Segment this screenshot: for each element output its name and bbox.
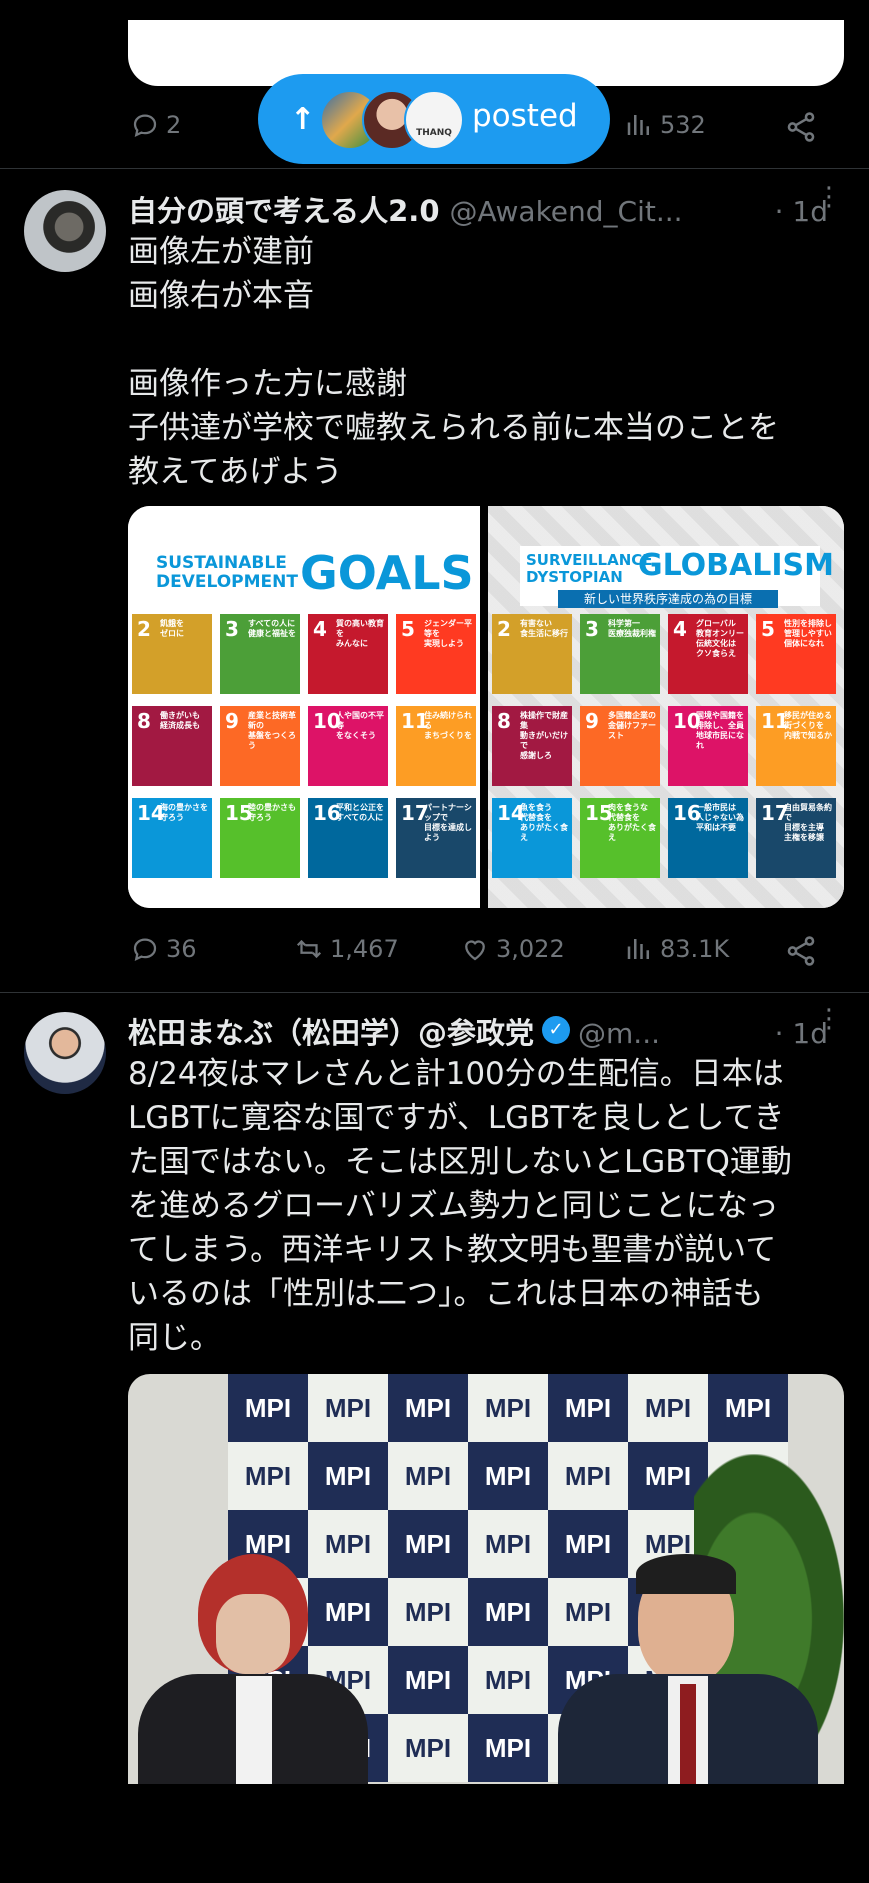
parody-tile-grid: 2 有害ない 食生活に移行 3 科学第一 医療独裁利権 4 グローバル 教育オンリー 伝統… — [488, 610, 844, 908]
sdg-tile-11: 11 住み続けられる まちづくりを — [396, 706, 476, 786]
repost-icon — [296, 939, 322, 959]
post2-header: 松田まなぶ（松田学）@参政党 ✓ @m... · 1d — [128, 1010, 828, 1050]
parody-tile-5: 5 性別を排除し 管理しやすい 個体になれ — [756, 614, 836, 694]
mpi-logo-tile: MPI — [388, 1510, 468, 1578]
share-icon — [787, 936, 815, 966]
parody-tile-10: 10 国境や国籍を 排除し、全員 地球市民になれ — [668, 706, 748, 786]
mpi-logo-tile: MPI — [468, 1442, 548, 1510]
post1-author-handle[interactable]: @Awakend_Cit... — [450, 195, 683, 228]
mpi-logo-tile: MPI — [388, 1374, 468, 1442]
sdg-tile-8: 8 働きがいも 経済成長も — [132, 706, 212, 786]
post1-views-count: 83.1K — [660, 935, 730, 963]
post2-avatar[interactable] — [24, 1012, 106, 1094]
post1-like-button[interactable]: 3,022 — [460, 934, 565, 964]
post1-reply-count: 36 — [166, 935, 197, 963]
sdg-image-left[interactable]: SUSTAINABLE DEVELOPMENT GOALS 2 飢餓を ゼロに 3 す… — [128, 506, 480, 908]
media-separator — [480, 506, 488, 908]
mpi-logo-tile: MPI — [708, 1374, 788, 1442]
post1-repost-button[interactable]: 1,467 — [294, 934, 399, 964]
parody-title-big: GLOBALISM — [638, 548, 834, 583]
post1-more-button[interactable]: ⋮ — [816, 184, 842, 226]
sdg-tile-16: 16 平和と公正を すべての人に — [308, 798, 388, 878]
parody-tile-2: 2 有害ない 食生活に移行 — [492, 614, 572, 694]
parody-tile-14: 14 魚を食う 代替食を ありがたく食え — [492, 798, 572, 878]
parody-subtitle: 新しい世界秩序達成の為の目標 — [558, 590, 778, 608]
parody-tile-17: 17 自由貿易条約で 目標を主導 主権を移譲 — [756, 798, 836, 878]
mpi-logo-tile: MPI — [228, 1442, 308, 1510]
mpi-logo-tile: MPI — [468, 1374, 548, 1442]
pill-label: posted — [472, 98, 578, 134]
post1-avatar[interactable] — [24, 190, 106, 272]
parody-tile-11: 11 移民が住める 街づくりを 内戦で知るか — [756, 706, 836, 786]
sdg-tile-14: 14 海の豊かさを 守ろう — [132, 798, 212, 878]
post2-text: 8/24夜はマレさんと計100分の生配信。日本は LGBTに寛容な国ですが、LG… — [128, 1056, 792, 1356]
prev-reply-button[interactable]: 2 — [130, 110, 181, 140]
prev-views-count: 532 — [660, 111, 706, 139]
mpi-logo-tile: MPI — [388, 1714, 468, 1782]
pill-avatar-3: THANQ — [404, 90, 464, 150]
mpi-logo-tile: MPI — [548, 1442, 628, 1510]
mpi-logo-tile: MPI — [468, 1578, 548, 1646]
post1-reply-button[interactable]: 36 — [130, 934, 197, 964]
parody-tile-9: 9 多国籍企業の 金儲けファースト — [580, 706, 660, 786]
parody-image-right[interactable]: SURVEILLANCE DYSTOPIAN GLOBALISM 新しい世界秩序… — [488, 506, 844, 908]
share-icon — [787, 112, 815, 142]
parody-tile-16: 16 一般市民は 人じゃない為 平和は不要 — [668, 798, 748, 878]
sdg-tile-4: 4 質の高い教育を みんなに — [308, 614, 388, 694]
sdg-tile-9: 9 産業と技術革新の 基盤をつくろう — [220, 706, 300, 786]
post1-repost-count: 1,467 — [330, 935, 399, 963]
post2-author-name[interactable]: 松田まなぶ（松田学）@参政党 — [128, 1010, 534, 1052]
verified-badge-icon: ✓ — [542, 1016, 571, 1044]
parody-tile-8: 8 株操作で財産集 動きがいだけで 感謝しろ — [492, 706, 572, 786]
post2-more-button[interactable]: ⋮ — [816, 1006, 842, 1048]
mpi-logo-tile: MPI — [468, 1510, 548, 1578]
person-right — [558, 1554, 818, 1784]
sdg-tile-grid: 2 飢餓を ゼロに 3 すべての人に 健康と福祉を 4 質の高い教育を みんなに 5 ジェンダ… — [128, 610, 480, 908]
mpi-logo-tile: MPI — [628, 1374, 708, 1442]
post1-text: 画像左が建前 画像右が本音 画像作った方に感謝 子供達が学校で嘘教えられる前に本… — [128, 234, 779, 490]
parody-title-small: SURVEILLANCE DYSTOPIAN — [526, 551, 653, 586]
sdg-tile-17: 17 パートナーシップで 目標を達成しよう — [396, 798, 476, 878]
mpi-logo-tile: MPI — [228, 1374, 308, 1442]
views-icon — [627, 939, 649, 959]
mpi-logo-tile: MPI — [468, 1714, 548, 1782]
sdg-tile-3: 3 すべての人に 健康と福祉を — [220, 614, 300, 694]
person-left — [128, 1554, 378, 1784]
post1-header: 自分の頭で考える人2.0 @Awakend_Cit... · 1d — [128, 188, 828, 228]
sdg-tile-2: 2 飢餓を ゼロに — [132, 614, 212, 694]
sdg-tile-15: 15 陸の豊かさも 守ろう — [220, 798, 300, 878]
sdg-title: SUSTAINABLE DEVELOPMENT — [156, 553, 298, 592]
arrow-up-icon: ↑ — [290, 101, 316, 137]
post1-author-name[interactable]: 自分の頭で考える人2.0 — [128, 188, 440, 230]
divider — [0, 168, 869, 169]
post1-media[interactable]: SUSTAINABLE DEVELOPMENT GOALS 2 飢餓を ゼロに 3 す… — [128, 506, 844, 908]
mpi-logo-tile: MPI — [388, 1646, 468, 1714]
reply-icon — [133, 114, 157, 137]
new-posts-pill[interactable]: ↑ THANQ posted — [258, 74, 610, 164]
parody-tile-15: 15 肉を食うな 代替食を ありがたく食え — [580, 798, 660, 878]
prev-share-button[interactable] — [784, 110, 818, 144]
divider — [0, 992, 869, 993]
sdg-title-goals: GOALS — [300, 546, 474, 600]
post2-author-handle[interactable]: @m... — [578, 1017, 660, 1050]
post1-share-button[interactable] — [784, 934, 818, 968]
prev-views-button[interactable]: 532 — [624, 110, 706, 140]
heart-icon — [465, 940, 485, 961]
reply-icon — [133, 938, 157, 961]
post2-media[interactable]: MPI MPI MPI MPI MPI MPI MPI MPI MPI MPI MPI MPI MPI M… — [128, 1374, 844, 1784]
post1-like-count: 3,022 — [496, 935, 565, 963]
mpi-logo-tile: MPI — [468, 1646, 548, 1714]
post1-views-button[interactable]: 83.1K — [624, 934, 729, 964]
views-icon — [627, 115, 649, 135]
mpi-logo-tile: MPI — [308, 1442, 388, 1510]
mpi-logo-tile: MPI — [308, 1374, 388, 1442]
parody-tile-4: 4 グローバル 教育オンリー 伝統文化は クソ食らえ — [668, 614, 748, 694]
mpi-logo-tile: MPI — [548, 1374, 628, 1442]
mpi-logo-tile: MPI — [388, 1578, 468, 1646]
prev-reply-count: 2 — [166, 111, 182, 139]
parody-tile-3: 3 科学第一 医療独裁利権 — [580, 614, 660, 694]
sdg-tile-10: 10 人や国の不平等 をなくそう — [308, 706, 388, 786]
sdg-tile-5: 5 ジェンダー平等を 実現しよう — [396, 614, 476, 694]
mpi-logo-tile: MPI — [388, 1442, 468, 1510]
